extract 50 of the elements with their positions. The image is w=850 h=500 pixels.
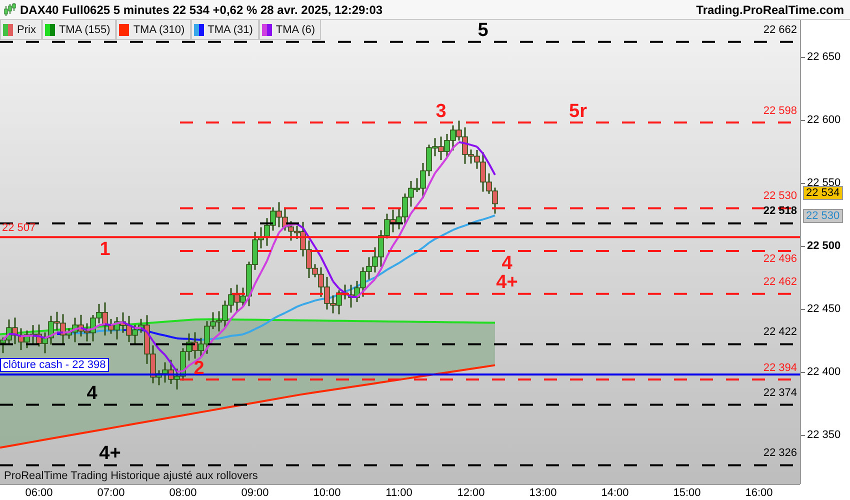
level-marker-label: 4: [86, 384, 98, 403]
level-marker-label: 5: [478, 20, 488, 40]
indicator-legend-tab[interactable]: TMA (155): [42, 20, 116, 40]
price-level-label: 22 518: [763, 205, 797, 218]
price-tag: 22 530: [803, 209, 843, 224]
time-axis-label: 15:00: [673, 487, 701, 499]
price-level-label: 22 394: [763, 362, 797, 374]
time-axis-label: 11:00: [386, 487, 412, 499]
level-marker-label: 3: [436, 102, 446, 121]
level-marker-label: 5r: [569, 102, 587, 121]
price-level-label: 22 326: [763, 447, 797, 460]
price-axis-label: 22 350: [801, 429, 841, 441]
time-axis-label: 13:00: [529, 487, 557, 499]
price-level-label: 22 662: [763, 24, 797, 36]
price-level-label: 22 530: [763, 190, 797, 202]
price-level-label: clôture cash - 22 398: [0, 358, 109, 372]
price-level-label: 22 462: [763, 276, 797, 288]
price-axis-label: 22 600: [801, 114, 841, 126]
indicator-legend-tab[interactable]: TMA (31): [190, 20, 259, 40]
price-level-label: 22 496: [763, 253, 797, 266]
chart-title: DAX40 Full0625 5 minutes 22 534 +0,62 % 28 avr. 2025, 12:29:03: [20, 2, 383, 16]
level-marker-label: 4+: [496, 272, 518, 292]
indicator-legend-tab[interactable]: Prix: [0, 20, 42, 40]
candlestick-icon: [4, 2, 16, 16]
time-axis-label: 08:00: [169, 487, 197, 499]
time-axis-label: 16:00: [745, 487, 773, 499]
price-axis-label: 22 500: [801, 240, 841, 252]
level-marker-label: 1: [100, 240, 110, 260]
source-link[interactable]: Trading.ProRealTime.com: [696, 2, 844, 16]
price-level-label: 22 422: [763, 326, 797, 338]
time-axis-label: 07:00: [97, 487, 125, 499]
time-axis-label: 12:00: [457, 487, 485, 499]
time-axis-label: 09:00: [241, 487, 269, 499]
price-level-label: 22 374: [763, 386, 797, 399]
price-level-label: 22 507: [1, 222, 37, 234]
price-axis-label: 22 450: [801, 303, 841, 315]
indicator-legend-tab[interactable]: TMA (310): [116, 20, 191, 40]
price-axis-label: 22 550: [801, 177, 841, 189]
time-axis-label: 10:00: [313, 487, 341, 499]
time-axis-label: 06:00: [25, 487, 53, 499]
level-marker-label: 4+: [99, 444, 121, 464]
price-axis-label: 22 400: [801, 366, 841, 378]
indicator-legend-tab[interactable]: TMA (6): [258, 20, 322, 40]
level-marker-label: 4: [502, 254, 512, 274]
price-level-label: 22 598: [763, 104, 797, 117]
footer-note: ProRealTime Trading Historique ajusté aux rollovers: [4, 470, 258, 482]
time-axis-label: 14:00: [601, 487, 629, 499]
price-axis-label: 22 650: [801, 51, 841, 63]
price-tag: 22 534: [803, 186, 843, 200]
level-marker-label: 2: [194, 358, 204, 378]
